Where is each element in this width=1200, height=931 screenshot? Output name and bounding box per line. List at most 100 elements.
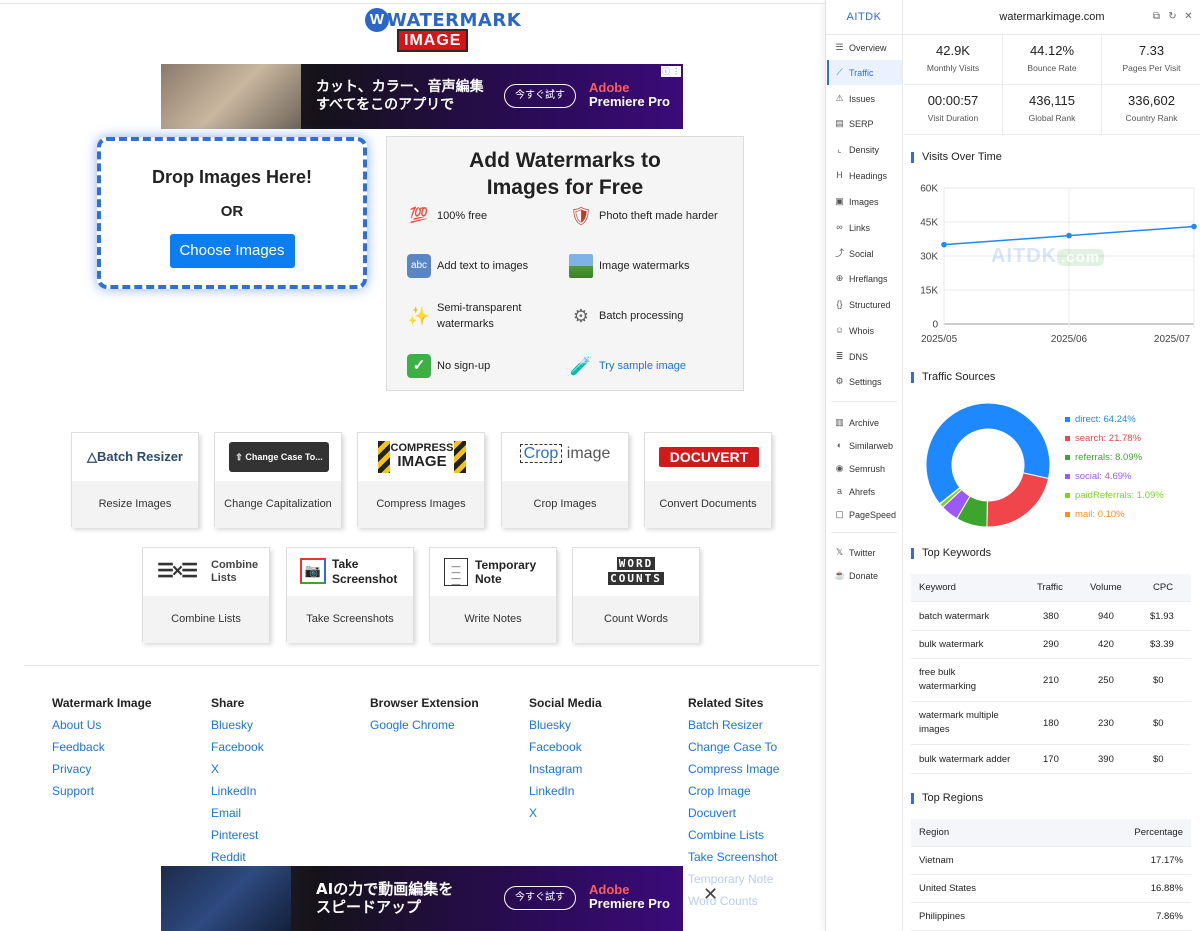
try-sample-image-link[interactable]: 🧪 Try sample image bbox=[569, 349, 744, 383]
ad-choices-icon[interactable]: ⓘ ⋮ bbox=[661, 66, 681, 77]
legend-item[interactable]: direct: 64.24% bbox=[1065, 410, 1164, 429]
footer-link-compress-image[interactable]: Compress Image bbox=[688, 762, 779, 784]
ad-cta-button[interactable]: 今すぐ試す bbox=[504, 886, 576, 910]
tool-card-word-counts[interactable]: WORD COUNTS Count Words bbox=[572, 547, 700, 643]
footer-link-change-case[interactable]: Change Case To bbox=[688, 740, 779, 762]
close-ad-icon[interactable]: ✕ bbox=[703, 884, 718, 904]
data-point[interactable] bbox=[1191, 223, 1197, 230]
tool-card-docuvert[interactable]: DOCUVERT Convert Documents bbox=[644, 432, 772, 528]
pie-slice[interactable] bbox=[986, 472, 1050, 528]
legend-item[interactable]: mail: 0.10% bbox=[1065, 505, 1164, 524]
docuvert-logo: DOCUVERT bbox=[659, 447, 759, 467]
data-point[interactable] bbox=[941, 241, 947, 248]
ad-headline: AIの力で動画編集を スピードアップ bbox=[316, 880, 453, 916]
nav-item-links[interactable]: ∞ Links bbox=[827, 215, 902, 240]
nav-item-headings[interactable]: H Headings bbox=[827, 163, 902, 188]
ad-cta-button[interactable]: 今すぐ試す bbox=[504, 84, 576, 108]
nav-item-twitter[interactable]: 𝕏 Twitter bbox=[827, 540, 902, 565]
footer-link-chrome[interactable]: Google Chrome bbox=[370, 718, 479, 740]
tool-card-compress-image[interactable]: COMPRESS IMAGE Compress Images bbox=[357, 432, 485, 528]
footer-link-crop-image[interactable]: Crop Image bbox=[688, 784, 779, 806]
refresh-icon[interactable]: ↻ bbox=[1167, 11, 1178, 22]
nav-item-overview[interactable]: ☰ Overview bbox=[827, 35, 902, 60]
table-row[interactable]: United States 16.88% bbox=[911, 875, 1191, 903]
ad-brand: Adobe Premiere Pro bbox=[589, 883, 670, 911]
bottom-advertisement[interactable]: AIの力で動画編集を スピードアップ 今すぐ試す Adobe Premiere … bbox=[161, 866, 683, 931]
table-row[interactable]: Philippines 7.86% bbox=[911, 903, 1191, 931]
feature-label: Photo theft made harder bbox=[599, 210, 718, 222]
legend-item[interactable]: social: 4.69% bbox=[1065, 467, 1164, 486]
table-row[interactable]: bulk watermark 290 420 $3.39 bbox=[911, 631, 1191, 659]
image-drop-zone[interactable]: Drop Images Here! OR Choose Images bbox=[97, 137, 367, 289]
nav-item-pagespeed[interactable]: ▢ PageSpeed bbox=[827, 502, 902, 527]
nav-item-hreflangs[interactable]: ⊕ Hreflangs bbox=[827, 266, 902, 291]
footer-link-combine-lists[interactable]: Combine Lists bbox=[688, 828, 779, 850]
footer-link-share-bluesky[interactable]: Bluesky bbox=[211, 718, 264, 740]
legend-swatch bbox=[1065, 417, 1070, 422]
footer-link-about[interactable]: About Us bbox=[52, 718, 152, 740]
footer-link-social-facebook[interactable]: Facebook bbox=[529, 740, 602, 762]
nav-item-traffic[interactable]: ⟋ Traffic bbox=[827, 60, 902, 85]
footer-link-social-linkedin[interactable]: LinkedIn bbox=[529, 784, 602, 806]
footer-link-social-instagram[interactable]: Instagram bbox=[529, 762, 602, 784]
table-row[interactable]: batch watermark 380 940 $1.93 bbox=[911, 602, 1191, 631]
braces-icon: {} bbox=[836, 299, 843, 309]
site-logo[interactable]: W WATERMARK IMAGE bbox=[365, 8, 521, 52]
nav-item-settings[interactable]: ⚙ Settings bbox=[827, 369, 902, 394]
nav-item-similarweb[interactable]: ◐ Similarweb bbox=[827, 433, 902, 458]
tool-card-combine-lists[interactable]: ☰×☰ Combine Lists Combine Lists bbox=[142, 547, 270, 643]
footer-link-social-x[interactable]: X bbox=[529, 806, 602, 828]
footer-link-temporary-note[interactable]: Temporary Note bbox=[688, 872, 779, 894]
nav-item-donate[interactable]: ☕ Donate bbox=[827, 563, 902, 588]
tool-card-change-case[interactable]: ⇧ Change Case To... Change Capitalizatio… bbox=[214, 432, 342, 528]
cpc-cell: $3.39 bbox=[1150, 639, 1174, 650]
tool-card-take-screenshot[interactable]: 📷 Take Screenshot Take Screenshots bbox=[286, 547, 414, 643]
footer-link-share-x[interactable]: X bbox=[211, 762, 264, 784]
legend-item[interactable]: referrals: 8.09% bbox=[1065, 448, 1164, 467]
close-icon[interactable]: ✕ bbox=[1183, 11, 1194, 22]
legend-item[interactable]: search: 21.78% bbox=[1065, 429, 1164, 448]
panel-toolbar: ⧉ ↻ ✕ bbox=[1151, 11, 1194, 22]
footer-link-privacy[interactable]: Privacy bbox=[52, 762, 152, 784]
nav-item-density[interactable]: ⌞ Density bbox=[827, 137, 902, 162]
table-row[interactable]: watermark multiple images 180 230 $0 bbox=[911, 702, 1191, 745]
table-row[interactable]: bulk watermark adder 170 390 $0 bbox=[911, 745, 1191, 774]
nav-item-structured[interactable]: {} Structured bbox=[827, 292, 902, 317]
footer-link-share-facebook[interactable]: Facebook bbox=[211, 740, 264, 762]
footer-link-word-counts[interactable]: Word Counts bbox=[688, 894, 779, 916]
nav-item-ahrefs[interactable]: a Ahrefs bbox=[827, 479, 902, 504]
nav-item-serp[interactable]: ▤ SERP bbox=[827, 111, 902, 136]
nav-item-images[interactable]: ▣ Images bbox=[827, 189, 902, 214]
aitdk-brand[interactable]: AITDK bbox=[826, 0, 903, 35]
footer-link-social-bluesky[interactable]: Bluesky bbox=[529, 718, 602, 740]
nav-item-archive[interactable]: ▥ Archive bbox=[827, 410, 902, 435]
footer-link-feedback[interactable]: Feedback bbox=[52, 740, 152, 762]
nav-item-issues[interactable]: ⚠ Issues bbox=[827, 86, 902, 111]
nav-item-dns[interactable]: ≣ DNS bbox=[827, 344, 902, 369]
density-chart-icon: ⌞ bbox=[837, 144, 842, 154]
nav-item-whois[interactable]: ☺ Whois bbox=[827, 318, 902, 343]
footer-link-take-screenshot[interactable]: Take Screenshot bbox=[688, 850, 779, 872]
footer-link-support[interactable]: Support bbox=[52, 784, 152, 806]
nav-item-semrush[interactable]: ◉ Semrush bbox=[827, 456, 902, 481]
tool-card-label: Count Words bbox=[573, 596, 699, 643]
legend-item[interactable]: paidReferrals: 1.09% bbox=[1065, 486, 1164, 505]
footer-link-share-linkedin[interactable]: LinkedIn bbox=[211, 784, 264, 806]
ad-headline: カット、カラー、音声編集 すべてをこのアプリで bbox=[316, 78, 484, 114]
table-row[interactable]: Vietnam 17.17% bbox=[911, 847, 1191, 875]
feature-label[interactable]: Try sample image bbox=[599, 358, 686, 374]
nav-item-social[interactable]: ⤴ Social bbox=[827, 241, 902, 266]
footer-link-share-pinterest[interactable]: Pinterest bbox=[211, 828, 264, 850]
footer-link-batch-resizer[interactable]: Batch Resizer bbox=[688, 718, 779, 740]
footer-link-docuvert[interactable]: Docuvert bbox=[688, 806, 779, 828]
pin-icon[interactable]: ⧉ bbox=[1151, 11, 1162, 22]
data-point[interactable] bbox=[1066, 232, 1072, 239]
tool-card-batch-resizer[interactable]: △Batch Resizer Resize Images bbox=[71, 432, 199, 528]
tool-card-temporary-note[interactable]: — — — — Temporary Note Write Notes bbox=[429, 547, 557, 643]
top-advertisement[interactable]: カット、カラー、音声編集 すべてをこのアプリで 今すぐ試す Adobe Prem… bbox=[161, 64, 683, 129]
panel-nav: ☰ Overview ⟋ Traffic ⚠ Issues ▤ SERP ⌞ Densit… bbox=[826, 35, 903, 931]
tool-card-crop-image[interactable]: Crop image Crop Images bbox=[501, 432, 629, 528]
table-row[interactable]: free bulk watermarking 210 250 $0 bbox=[911, 659, 1191, 702]
choose-images-button[interactable]: Choose Images bbox=[169, 234, 295, 268]
footer-link-share-email[interactable]: Email bbox=[211, 806, 264, 828]
